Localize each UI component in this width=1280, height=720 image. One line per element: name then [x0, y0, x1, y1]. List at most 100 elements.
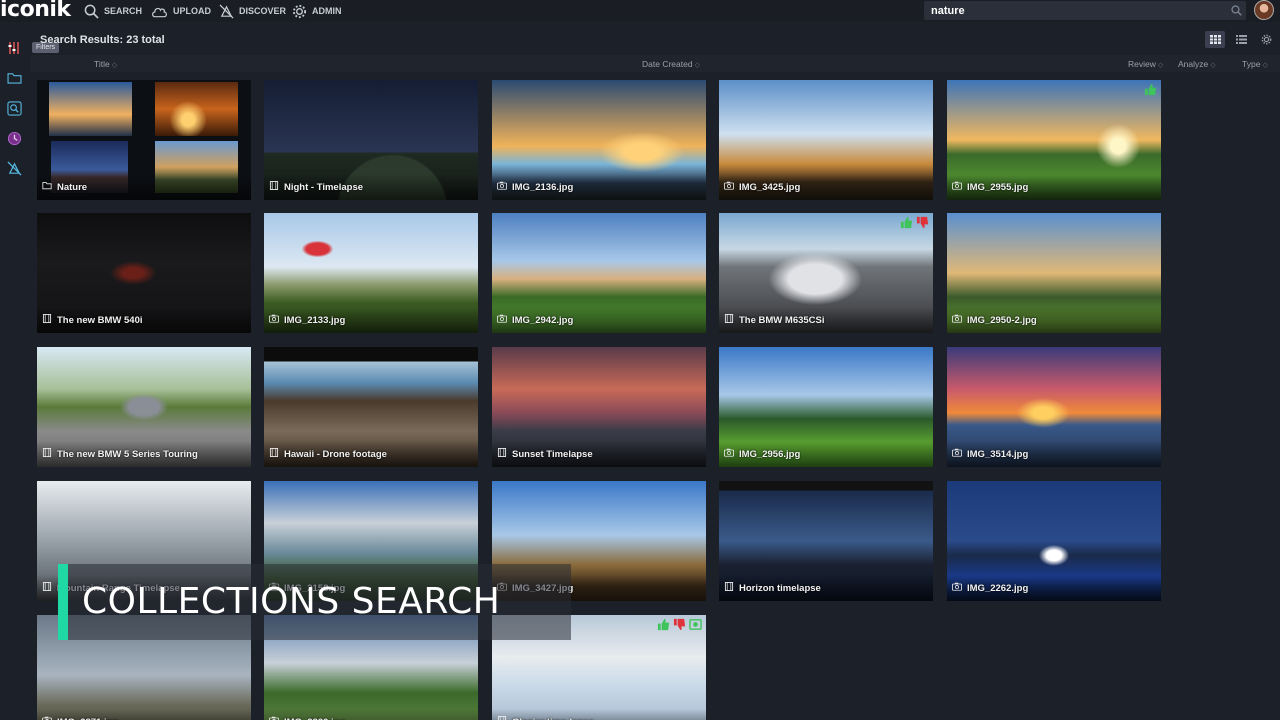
nav-discover[interactable]: DISCOVER: [219, 0, 286, 22]
approve-icon: [1144, 83, 1157, 96]
asset-title: IMG_2133.jpg: [284, 314, 346, 326]
asset-title: Sunset Timelapse: [512, 448, 593, 460]
asset-card[interactable]: IMG_2133.jpg: [264, 213, 478, 333]
folder-button[interactable]: [6, 70, 22, 86]
nav-upload[interactable]: UPLOAD: [151, 0, 211, 22]
column-title[interactable]: Title ◇: [94, 59, 117, 69]
asset-label: IMG_3514.jpg: [952, 448, 1028, 460]
banner-text: COLLECTIONS SEARCH: [82, 581, 501, 622]
video-icon: [497, 448, 507, 460]
asset-card[interactable]: Sunset Timelapse: [492, 347, 706, 467]
asset-title: The new BMW 5 Series Touring: [57, 448, 198, 460]
column-analyze-label: Analyze: [1178, 59, 1209, 69]
column-review-label: Review: [1128, 59, 1156, 69]
asset-title: Nature: [57, 181, 88, 193]
review-badges: [900, 216, 929, 229]
asset-title: Horizon timelapse: [739, 582, 821, 594]
asset-card[interactable]: Horizon timelapse: [719, 481, 933, 601]
asset-title: Hawaii - Drone footage: [284, 448, 387, 460]
filters-button[interactable]: [6, 40, 22, 56]
asset-label: Sunset Timelapse: [497, 448, 593, 460]
asset-title: Night - Timelapse: [284, 181, 364, 193]
left-sidebar: [0, 30, 28, 720]
grid-view-button[interactable]: [1205, 31, 1225, 48]
camera-icon: [42, 716, 52, 720]
top-bar: iconik SEARCH UPLOAD DISCOVER ADMIN: [0, 0, 1280, 22]
asset-card[interactable]: The BMW M635CSi: [719, 213, 933, 333]
column-date-label: Date Created: [642, 59, 693, 69]
column-review[interactable]: Review ◇: [1128, 59, 1163, 69]
iconik-logo[interactable]: iconik: [0, 0, 71, 22]
asset-label: Night - Timelapse: [269, 181, 363, 193]
folder-icon: [6, 73, 22, 84]
discover-sidebar-button[interactable]: [6, 160, 22, 176]
nav-admin[interactable]: ADMIN: [292, 0, 342, 22]
asset-title: IMG_2860.jpg: [284, 717, 345, 720]
asset-label: IMG_2955.jpg: [952, 181, 1028, 193]
list-view-button[interactable]: [1231, 31, 1251, 48]
asset-card[interactable]: IMG_2950-2.jpg: [947, 213, 1161, 333]
asset-title: IMG_2950-2.jpg: [967, 314, 1037, 326]
list-icon: [1235, 35, 1247, 44]
search-input[interactable]: [924, 4, 1226, 17]
approve-icon: [657, 618, 670, 631]
nav-discover-label: DISCOVER: [239, 6, 287, 16]
asset-label: IMG_2871.jpg: [42, 716, 118, 720]
asset-label: IMG_2942.jpg: [497, 314, 573, 326]
user-avatar[interactable]: [1254, 0, 1274, 20]
column-date-created[interactable]: Date Created ◇: [642, 59, 700, 69]
column-analyze[interactable]: Analyze ◇: [1178, 59, 1216, 69]
camera-icon: [497, 314, 507, 326]
camera-icon: [952, 181, 962, 193]
asset-title: IMG_2871.jpg: [57, 717, 118, 720]
asset-label: IMG_3425.jpg: [724, 181, 800, 193]
sort-icon: ◇: [1157, 62, 1164, 69]
collection-icon: [42, 181, 52, 193]
discover-icon: [6, 160, 22, 176]
gear-icon: [292, 4, 307, 18]
asset-card[interactable]: Nature: [37, 80, 251, 200]
camera-icon: [269, 716, 279, 720]
view-settings-button[interactable]: [1256, 31, 1276, 48]
saved-search-icon: [6, 100, 22, 116]
nav-search[interactable]: SEARCH: [84, 0, 142, 22]
asset-card[interactable]: Hawaii - Drone footage: [264, 347, 478, 467]
analyze-icon: [689, 619, 702, 630]
camera-icon: [952, 582, 962, 594]
asset-card[interactable]: Night - Timelapse: [264, 80, 478, 200]
column-title-label: Title: [94, 59, 110, 69]
camera-icon: [724, 181, 734, 193]
asset-label: IMG_2860.jpg: [269, 716, 345, 720]
column-type-label: Type: [1242, 59, 1261, 69]
asset-card[interactable]: IMG_3514.jpg: [947, 347, 1161, 467]
asset-card[interactable]: IMG_2955.jpg: [947, 80, 1161, 200]
asset-label: IMG_2133.jpg: [269, 314, 345, 326]
column-type[interactable]: Type ◇: [1242, 59, 1268, 69]
asset-card[interactable]: The new BMW 540i: [37, 213, 251, 333]
reject-icon: [916, 216, 929, 229]
camera-icon: [952, 448, 962, 460]
video-icon: [42, 582, 52, 594]
asset-title: IMG_2262.jpg: [967, 582, 1029, 594]
asset-card[interactable]: IMG_3425.jpg: [719, 80, 933, 200]
video-icon: [42, 314, 52, 326]
asset-label: Horizon timelapse: [724, 582, 821, 594]
camera-icon: [724, 448, 734, 460]
asset-card[interactable]: The new BMW 5 Series Touring: [37, 347, 251, 467]
camera-icon: [269, 314, 279, 326]
asset-card[interactable]: IMG_2262.jpg: [947, 481, 1161, 601]
saved-search-button[interactable]: [6, 100, 22, 116]
asset-title: IMG_2136.jpg: [512, 181, 574, 193]
asset-card[interactable]: IMG_2942.jpg: [492, 213, 706, 333]
asset-label: IMG_2262.jpg: [952, 582, 1028, 594]
history-button[interactable]: [6, 130, 22, 146]
search-submit-icon[interactable]: [1226, 5, 1246, 16]
asset-card[interactable]: IMG_2956.jpg: [719, 347, 933, 467]
asset-card[interactable]: IMG_2136.jpg: [492, 80, 706, 200]
asset-label: IMG_2956.jpg: [724, 448, 800, 460]
asset-title: IMG_3425.jpg: [739, 181, 801, 193]
sort-icon: ◇: [694, 62, 700, 69]
video-icon: [724, 314, 734, 326]
sort-icon: ◇: [1210, 62, 1216, 69]
asset-label: The new BMW 5 Series Touring: [42, 448, 198, 460]
